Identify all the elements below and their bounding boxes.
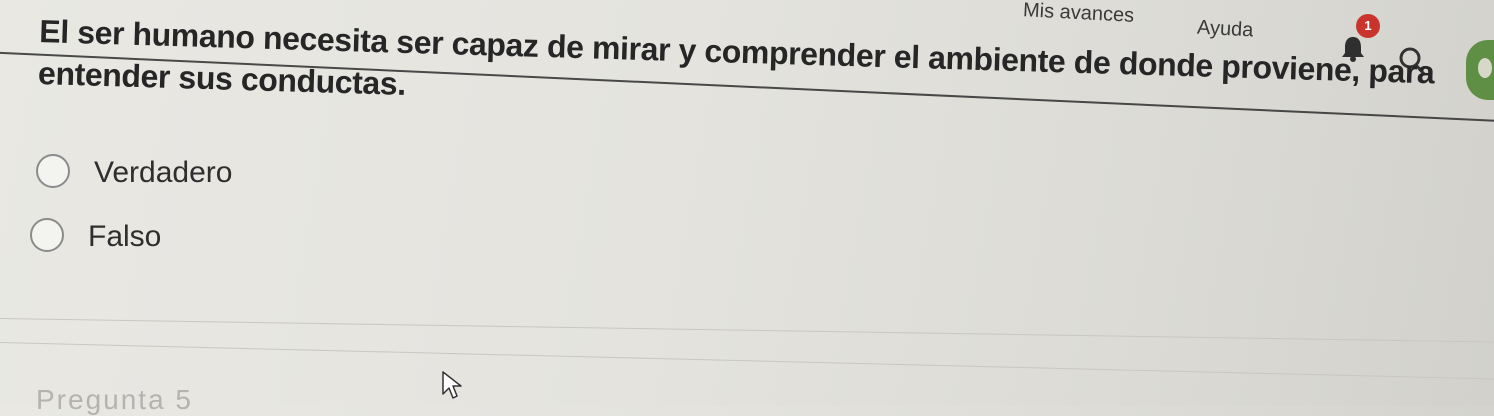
nav-link-ayuda[interactable]: Ayuda [1196, 17, 1253, 43]
mouse-cursor-icon [442, 371, 462, 399]
option-label-verdadero: Verdadero [94, 156, 233, 189]
divider-line [0, 318, 1494, 343]
notification-badge: 1 [1356, 14, 1380, 38]
divider-line [0, 342, 1494, 380]
radio-falso[interactable] [30, 218, 64, 252]
radio-verdadero[interactable] [36, 154, 70, 188]
option-falso[interactable]: Falso [30, 214, 161, 278]
option-label-falso: Falso [88, 220, 162, 253]
answer-options: Verdadero Falso [30, 150, 232, 278]
nav-link-mis-avances[interactable]: Mis avances [1022, 0, 1135, 28]
next-question-label: Pregunta 5 [36, 384, 193, 415]
